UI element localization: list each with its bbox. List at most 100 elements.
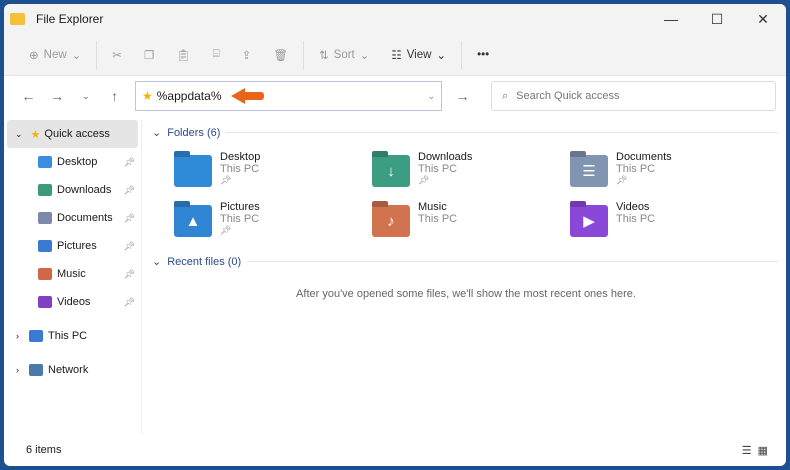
sidebar-label: Desktop xyxy=(57,156,98,168)
window-title: File Explorer xyxy=(36,12,104,26)
pin-icon: 📌︎ xyxy=(123,212,135,223)
folder-icon xyxy=(10,13,25,25)
pin-icon: 📌︎ xyxy=(123,268,135,279)
item-count: 6 items xyxy=(26,444,62,456)
folder-tile[interactable]: ☰ Documents This PC 📌︎ xyxy=(570,151,768,187)
divider xyxy=(461,40,463,69)
file-explorer-window: File Explorer — ☐ ✕ ⊕ New ⌄ ✂ ❐ 📋︎ ⌸ ⇪ 🗑︎ … xyxy=(4,4,786,466)
folder-name: Videos xyxy=(616,201,650,213)
sidebar-item-network[interactable]: › Network xyxy=(4,356,141,384)
folder-location: This PC xyxy=(220,213,260,225)
section-title: Recent files (0) xyxy=(167,255,242,268)
folder-tile[interactable]: ▲ Pictures This PC 📌︎ xyxy=(174,201,372,237)
sidebar-item-downloads[interactable]: Downloads 📌︎ xyxy=(4,176,141,204)
sidebar-item-pictures[interactable]: Pictures 📌︎ xyxy=(4,232,141,260)
address-row: ← → ⌄ ↑ ★ %appdata% ⌄ → ⌕ Search Quick a… xyxy=(4,76,786,116)
back-button[interactable]: ← xyxy=(14,88,43,104)
content-pane: ⌄ Folders (6) Desktop This PC 📌︎ ↓ Downloads T… xyxy=(146,120,786,434)
search-icon: ⌕ xyxy=(501,89,509,102)
address-input[interactable]: %appdata% xyxy=(157,89,222,103)
sidebar-label: Music xyxy=(57,268,86,280)
more-button[interactable]: ••• xyxy=(466,49,500,61)
pin-icon: 📌︎ xyxy=(123,240,135,251)
delete-button[interactable]: 🗑︎ xyxy=(262,48,299,62)
sidebar-item-documents[interactable]: Documents 📌︎ xyxy=(4,204,141,232)
folder-tile[interactable]: ♪ Music This PC xyxy=(372,201,570,237)
plus-icon: ⊕ xyxy=(29,49,39,62)
paste-button[interactable]: 📋︎ xyxy=(165,48,202,62)
forward-button[interactable]: → xyxy=(43,88,72,104)
sidebar-item-quick-access[interactable]: ⌄ ★ Quick access xyxy=(7,120,138,148)
maximize-button[interactable]: ☐ xyxy=(694,11,740,28)
empty-message: After you've opened some files, we'll sh… xyxy=(296,288,636,300)
desktop-folder-icon xyxy=(174,155,212,187)
sort-button[interactable]: ⇅ Sort ⌄ xyxy=(308,48,380,62)
up-button[interactable]: ↑ xyxy=(100,88,129,104)
arrow-annotation-icon xyxy=(231,88,267,104)
sidebar-item-videos[interactable]: Videos 📌︎ xyxy=(4,288,141,316)
sidebar-item-this-pc[interactable]: › This PC xyxy=(4,322,141,350)
sidebar-label: Documents xyxy=(57,212,113,224)
folder-location: This PC xyxy=(418,163,458,175)
folder-name: Desktop xyxy=(220,151,261,163)
pin-icon: 📌︎ xyxy=(123,184,135,195)
view-toggle-buttons[interactable]: ☰▦ xyxy=(742,444,774,457)
pictures-folder-icon xyxy=(38,240,52,252)
toolbar: ⊕ New ⌄ ✂ ❐ 📋︎ ⌸ ⇪ 🗑︎ ⇅ Sort ⌄ ☷ View ⌄ ••• xyxy=(4,34,786,76)
pin-icon: 📌︎ xyxy=(616,175,628,185)
view-label: View xyxy=(406,48,432,61)
share-button[interactable]: ⇪ xyxy=(231,48,263,62)
sidebar-label: Quick access xyxy=(44,128,110,140)
videos-folder-icon: ▶ xyxy=(570,205,608,237)
sidebar-item-music[interactable]: Music 📌︎ xyxy=(4,260,141,288)
sidebar-item-desktop[interactable]: Desktop 📌︎ xyxy=(4,148,141,176)
copy-button[interactable]: ❐ xyxy=(133,48,165,62)
folder-location: This PC xyxy=(616,213,656,225)
search-input[interactable]: Search Quick access xyxy=(516,90,619,102)
address-dropdown-icon[interactable]: ⌄ xyxy=(428,91,436,102)
section-title: Folders (6) xyxy=(167,126,221,139)
folder-location: This PC xyxy=(616,163,656,175)
sidebar-label: Pictures xyxy=(57,240,97,252)
title-bar: File Explorer — ☐ ✕ xyxy=(4,4,786,34)
pin-icon: 📌︎ xyxy=(220,175,232,185)
go-button[interactable]: → xyxy=(448,88,477,104)
folder-name: Documents xyxy=(616,151,672,163)
view-icon: ☷ xyxy=(391,49,402,62)
new-label: New xyxy=(43,48,67,61)
recent-files-section-header[interactable]: ⌄ Recent files (0) xyxy=(152,255,786,268)
folder-tile[interactable]: ▶ Videos This PC xyxy=(570,201,768,237)
sidebar-label: Downloads xyxy=(57,184,112,196)
folder-location: This PC xyxy=(220,163,260,175)
folder-tile[interactable]: Desktop This PC 📌︎ xyxy=(174,151,372,187)
folder-name: Music xyxy=(418,201,447,213)
documents-folder-icon xyxy=(38,212,52,224)
pictures-folder-icon: ▲ xyxy=(174,205,212,237)
sidebar-label: Videos xyxy=(57,296,91,308)
divider xyxy=(303,40,305,69)
search-box[interactable]: ⌕ Search Quick access xyxy=(490,81,777,111)
folder-tile[interactable]: ↓ Downloads This PC 📌︎ xyxy=(372,151,570,187)
close-button[interactable]: ✕ xyxy=(740,11,786,28)
address-bar[interactable]: ★ %appdata% ⌄ xyxy=(135,81,443,111)
new-button[interactable]: ⊕ New ⌄ xyxy=(18,48,92,62)
music-folder-icon: ♪ xyxy=(372,205,410,237)
folder-name: Pictures xyxy=(220,201,260,213)
music-folder-icon xyxy=(38,268,52,280)
navigation-pane: ⌄ ★ Quick access Desktop 📌︎ Downloads 📌︎ Docum… xyxy=(4,120,142,434)
sort-label: Sort xyxy=(333,48,355,61)
folders-section-header[interactable]: ⌄ Folders (6) xyxy=(152,126,786,139)
recent-locations-button[interactable]: ⌄ xyxy=(72,91,101,102)
computer-icon xyxy=(29,330,43,342)
pin-icon: 📌︎ xyxy=(123,156,135,167)
rename-button[interactable]: ⌸ xyxy=(202,48,231,61)
videos-folder-icon xyxy=(38,296,52,308)
sort-icon: ⇅ xyxy=(319,49,329,62)
cut-button[interactable]: ✂ xyxy=(101,48,133,62)
view-button[interactable]: ☷ View ⌄ xyxy=(380,48,457,62)
network-icon xyxy=(29,364,43,376)
status-bar: 6 items ☰▦ xyxy=(4,434,786,466)
star-icon: ★ xyxy=(30,128,41,141)
sidebar-label: Network xyxy=(48,364,89,376)
minimize-button[interactable]: — xyxy=(648,11,694,28)
